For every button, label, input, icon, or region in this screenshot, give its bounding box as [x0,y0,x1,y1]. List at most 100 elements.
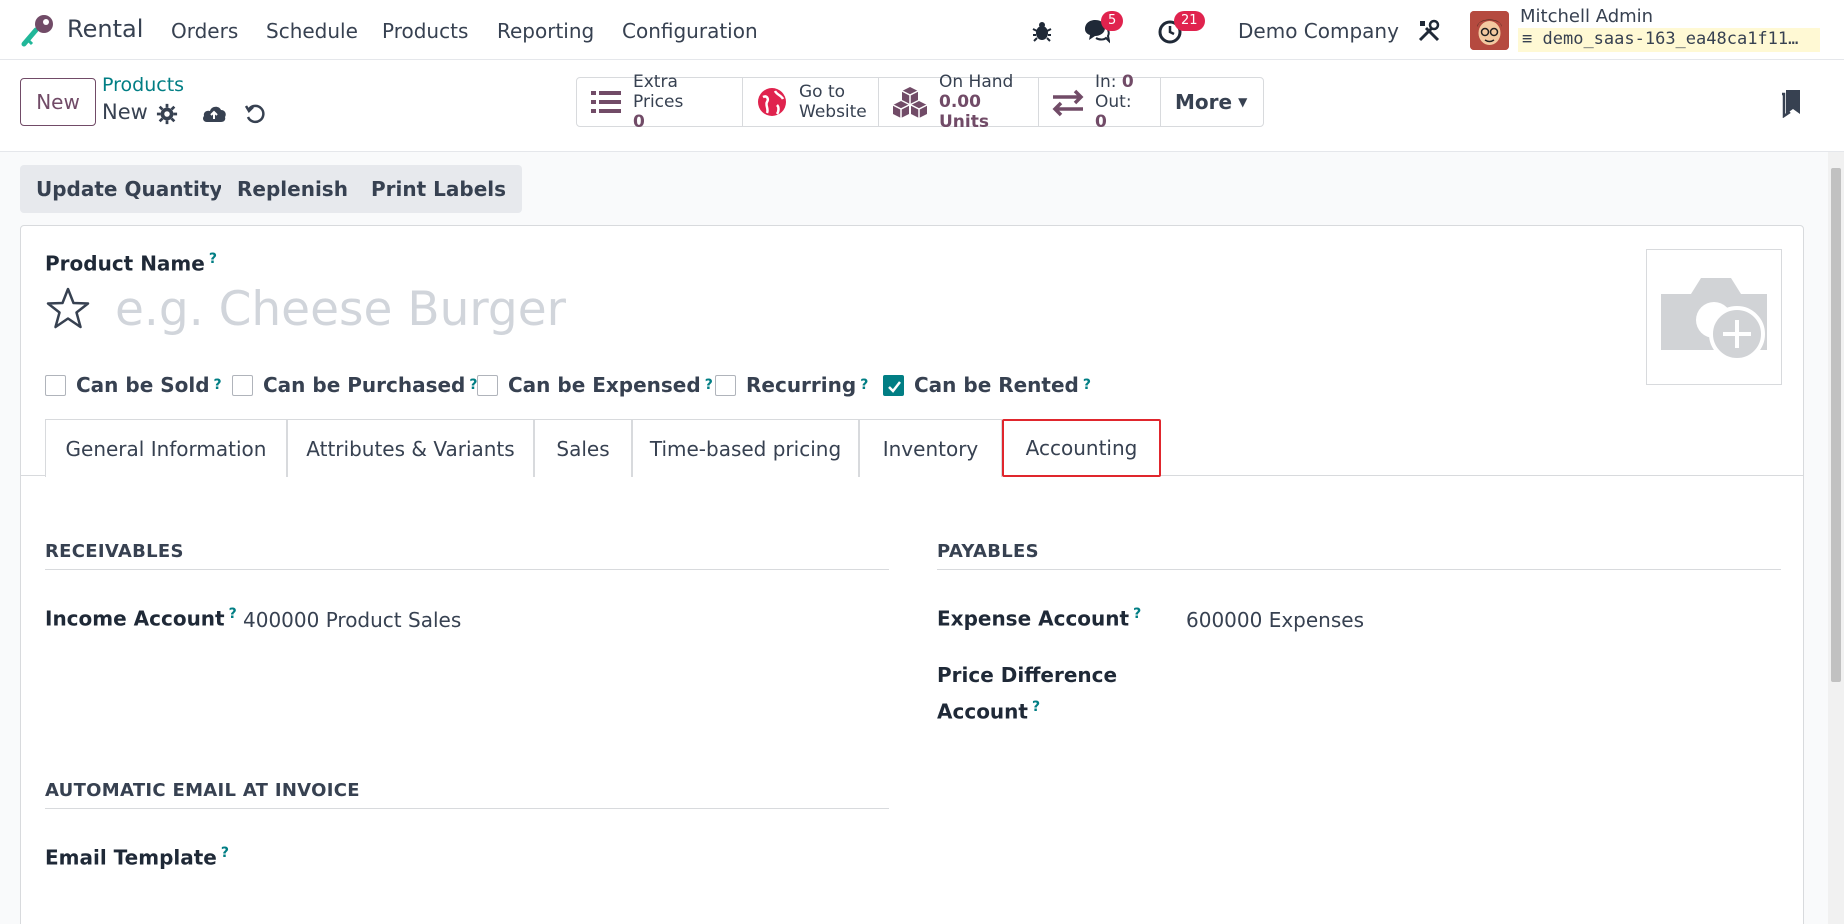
top-navbar: Rental Orders Schedule Products Reportin… [0,0,1844,60]
cubes-icon [892,87,928,118]
expense-account-label: Expense Account? [937,606,1142,631]
form-sheet: Product Name? e.g. Cheese Burger Can be … [20,225,1804,924]
product-image-upload[interactable] [1646,249,1782,385]
menu-configuration[interactable]: Configuration [622,19,758,43]
menu-orders[interactable]: Orders [171,19,238,43]
can-be-rented-checkbox[interactable]: Can be Rented? [883,373,1091,397]
in-value: 0 [1121,72,1134,92]
database-tag: ≡ demo_saas-163_ea48ca1f11… [1518,28,1820,52]
can-be-expensed-checkbox[interactable]: Can be Expensed? [477,373,713,397]
discard-undo-icon[interactable] [244,103,266,125]
tab-time-based-pricing[interactable]: Time-based pricing [632,419,859,477]
receivables-title: RECEIVABLES [45,541,184,562]
can-be-sold-label: Can be Sold [76,373,210,397]
recurring-label: Recurring [746,373,857,397]
scrollbar-thumb[interactable] [1831,168,1841,682]
messages-badge: 5 [1101,11,1124,31]
out-value: 0 [1095,112,1107,132]
help-tooltip[interactable]: ? [1032,699,1040,715]
in-label: In: [1095,72,1117,92]
can-be-sold-checkbox[interactable]: Can be Sold? [45,373,222,397]
vertical-scrollbar[interactable] [1828,152,1844,924]
can-be-purchased-checkbox[interactable]: Can be Purchased? [232,373,477,397]
help-tooltip[interactable]: ? [229,606,237,622]
help-tooltip[interactable]: ? [860,377,868,393]
camera-plus-icon [1661,278,1767,362]
help-tooltip[interactable]: ? [209,251,217,267]
help-tooltip[interactable]: ? [221,845,229,861]
cloud-upload-icon[interactable] [201,102,227,124]
extra-prices-label: Extra Prices [633,72,684,112]
extra-prices-value: 0 [633,112,645,132]
price-difference-account-label: Price Difference Account? [937,663,1118,724]
app-name[interactable]: Rental [67,15,143,43]
out-label: Out: [1095,92,1132,112]
print-labels-button[interactable]: Print Labels [355,165,523,213]
gear-icon[interactable] [156,103,178,125]
email-template-label: Email Template? [45,845,229,870]
update-quantity-button[interactable]: Update Quantity [20,165,239,213]
tab-inventory[interactable]: Inventory [859,419,1002,477]
checkbox-box-checked[interactable] [883,374,904,396]
menu-reporting[interactable]: Reporting [497,19,594,43]
tab-general-information[interactable]: General Information [45,419,287,477]
activities-badge: 21 [1174,11,1205,31]
user-avatar[interactable] [1470,11,1509,50]
help-tooltip[interactable]: ? [1133,606,1141,622]
extra-prices-button[interactable]: Extra Prices 0 [577,72,743,132]
tools-icon[interactable] [1416,18,1442,44]
favorite-star-icon[interactable] [45,286,91,332]
expense-account-field[interactable]: 600000 Expenses [1186,608,1364,632]
company-switcher[interactable]: Demo Company [1238,19,1399,43]
tab-sales[interactable]: Sales [534,419,632,477]
bug-icon[interactable] [1030,19,1054,43]
help-tooltip[interactable]: ? [214,377,222,393]
website-line2: Website [799,102,867,122]
menu-products[interactable]: Products [382,19,468,43]
can-be-rented-label: Can be Rented [914,373,1079,397]
rental-app-icon[interactable] [20,12,56,48]
income-account-label: Income Account? [45,606,237,631]
more-label: More [1175,90,1233,114]
database-icon: ≡ [1522,29,1533,49]
exchange-icon [1052,89,1084,117]
caret-down-icon: ▼ [1238,95,1248,109]
breadcrumb-products[interactable]: Products [102,74,184,96]
website-line1: Go to [799,82,846,102]
on-hand-value: 0.00 Units [939,92,989,132]
income-account-field[interactable]: 400000 Product Sales [243,608,461,632]
menu-schedule[interactable]: Schedule [266,19,358,43]
in-out-moves-button[interactable]: In: 0 Out: 0 [1039,72,1161,132]
checkbox-box[interactable] [477,374,498,396]
email-template-field[interactable] [243,847,883,875]
go-to-website-button[interactable]: Go to Website [743,78,879,126]
payables-divider [937,569,1781,570]
payables-title: PAYABLES [937,541,1039,562]
product-name-label: Product Name? [45,251,217,276]
form-scroll-area[interactable]: Update Quantity Replenish Print Labels P… [0,152,1828,924]
product-name-input[interactable]: e.g. Cheese Burger [115,282,566,337]
price-difference-account-field[interactable] [1186,663,1766,691]
checkmark-icon [888,380,901,393]
replenish-button[interactable]: Replenish [221,165,364,213]
help-tooltip[interactable]: ? [705,377,713,393]
on-hand-button[interactable]: On Hand 0.00 Units [879,72,1039,132]
checkbox-box[interactable] [232,374,253,396]
automatic-email-title: AUTOMATIC EMAIL AT INVOICE [45,780,360,801]
checkbox-box[interactable] [715,374,736,396]
recurring-checkbox[interactable]: Recurring? [715,373,868,397]
breadcrumb-current: New [102,100,148,124]
database-name: demo_saas-163_ea48ca1f11… [1542,29,1799,49]
notebook-tabs: General Information Attributes & Variant… [21,419,1803,477]
on-hand-label: On Hand [939,72,1014,92]
more-dropdown-button[interactable]: More ▼ [1161,78,1263,126]
tab-attributes-variants[interactable]: Attributes & Variants [287,419,534,477]
tab-accounting[interactable]: Accounting [1002,419,1161,477]
can-be-purchased-label: Can be Purchased [263,373,466,397]
new-button[interactable]: New [20,78,96,126]
email-divider [45,808,889,809]
checkbox-box[interactable] [45,374,66,396]
user-name[interactable]: Mitchell Admin [1520,6,1653,27]
bookmark-icon[interactable] [1780,88,1802,118]
help-tooltip[interactable]: ? [1083,377,1091,393]
